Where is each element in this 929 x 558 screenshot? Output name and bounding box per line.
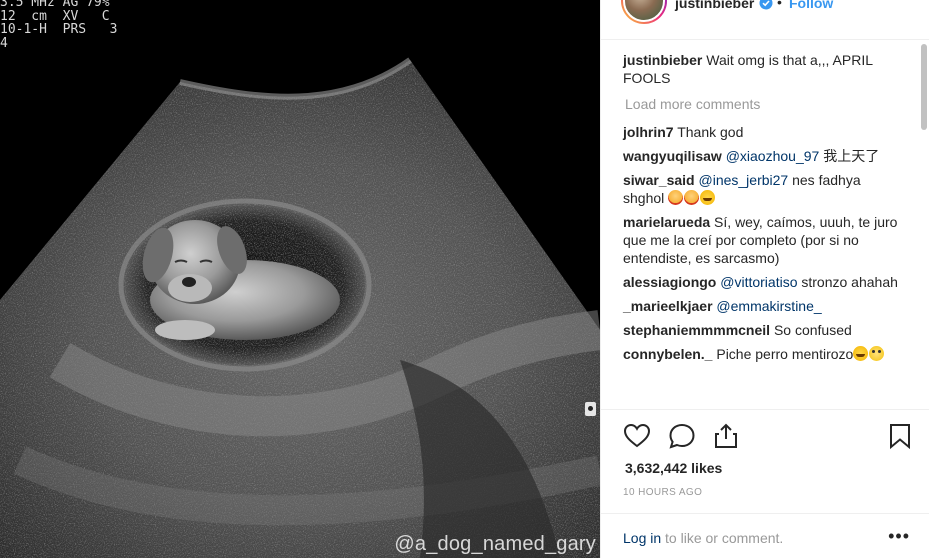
comment-text: Piche perro mentirozo [712, 346, 854, 362]
comment-mention[interactable]: @emmakirstine_ [716, 298, 821, 314]
header-username[interactable]: justinbieber [675, 0, 754, 11]
watermark: @a_dog_named_gary [394, 533, 596, 555]
avatar[interactable] [621, 0, 667, 24]
emoji-woman-icon [684, 190, 700, 205]
follow-button[interactable]: Follow [789, 0, 833, 11]
emoji-tears-icon [700, 190, 716, 205]
emoji-woman-icon [668, 190, 684, 205]
bookmark-icon[interactable] [886, 422, 914, 450]
comment-mention[interactable]: @vittoriatiso [720, 274, 797, 290]
comment-username[interactable]: connybelen._ [623, 346, 712, 362]
comment-item: marielarueda Sí, wey, caímos, uuuh, te j… [623, 213, 905, 267]
comment-username[interactable]: siwar_said [623, 172, 695, 188]
probe-orientation-marker [585, 402, 596, 416]
likes-count[interactable]: 3,632,442 likes [625, 460, 722, 476]
comment-item: _marieelkjaer @emmakirstine_ [623, 297, 905, 315]
share-icon[interactable] [712, 422, 740, 450]
post-photo[interactable]: 3.5 MHz AG 79% 12 cm XV C 10-1-H PRS 3 4… [0, 0, 600, 558]
verified-badge-icon [759, 0, 773, 10]
caption-username[interactable]: justinbieber [623, 52, 702, 68]
comment-username[interactable]: wangyuqilisaw [623, 148, 722, 164]
login-link[interactable]: Log in [623, 530, 661, 546]
comment-icon[interactable] [668, 422, 696, 450]
emoji-roll-icon [869, 346, 885, 361]
comment-item: wangyuqilisaw @xiaozhou_97 我上天了 [623, 147, 905, 165]
comment-username[interactable]: alessiagiongo [623, 274, 716, 290]
caption: justinbieber Wait omg is that a,,, APRIL… [623, 51, 905, 87]
comment-text: 我上天了 [819, 148, 880, 164]
login-prompt-rest: to like or comment. [661, 530, 784, 546]
load-more-comments-button[interactable]: Load more comments [625, 95, 905, 113]
actions-section: 3,632,442 likes 10 HOURS AGO Log in to l… [601, 409, 929, 558]
comment-username[interactable]: _marieelkjaer [623, 298, 713, 314]
comments-scrollbar[interactable] [921, 44, 927, 130]
header-separator: • [777, 0, 782, 10]
post-timestamp[interactable]: 10 HOURS AGO [623, 487, 702, 498]
ultrasound-readout: 3.5 MHz AG 79% 12 cm XV C 10-1-H PRS 3 4 [0, 0, 118, 51]
emoji-tears-icon [853, 346, 869, 361]
comment-item: siwar_said @ines_jerbi27 nes fadhya shgh… [623, 171, 905, 207]
comment-mention[interactable]: @xiaozhou_97 [726, 148, 820, 164]
comment-username[interactable]: marielarueda [623, 214, 710, 230]
comment-text: So confused [770, 322, 852, 338]
heart-icon[interactable] [623, 422, 651, 450]
post-sidebar: justinbieber • Follow justinbieber Wait … [600, 0, 929, 558]
comment-item: stephaniemmmmcneil So confused [623, 321, 905, 339]
comment-item: jolhrin7 Thank god [623, 123, 905, 141]
comment-mention[interactable]: @ines_jerbi27 [699, 172, 789, 188]
more-options-icon[interactable]: ••• [888, 526, 910, 547]
login-bar: Log in to like or comment. ••• [601, 513, 929, 558]
comment-item: connybelen._ Piche perro mentirozo [623, 345, 905, 363]
comment-username[interactable]: jolhrin7 [623, 124, 674, 140]
comment-item: alessiagiongo @vittoriatiso stronzo ahah… [623, 273, 905, 291]
post-header: justinbieber • Follow [601, 0, 929, 40]
comment-text: stronzo ahahah [797, 274, 898, 290]
login-prompt: Log in to like or comment. [623, 530, 783, 546]
comment-text: Thank god [673, 124, 744, 140]
comments-list[interactable]: justinbieber Wait omg is that a,,, APRIL… [601, 41, 921, 409]
comment-username[interactable]: stephaniemmmmcneil [623, 322, 770, 338]
ultrasound-image [0, 57, 600, 558]
